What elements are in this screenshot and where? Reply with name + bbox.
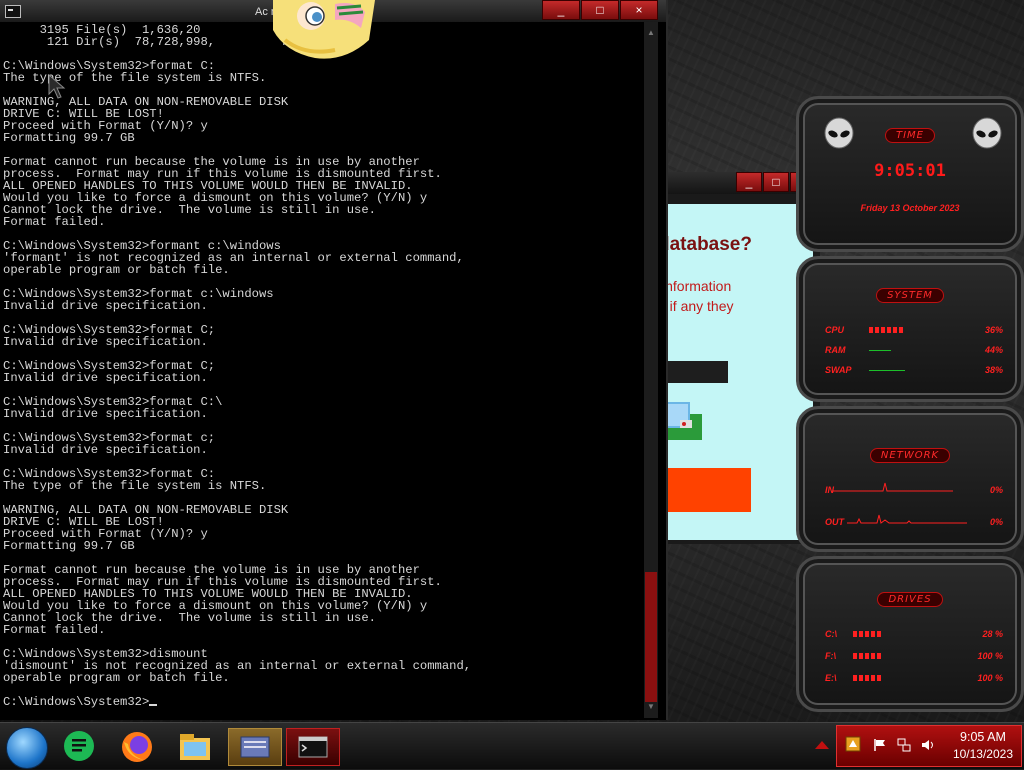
drive-e-percent: 100 % [977, 673, 1003, 683]
swap-label: SWAP [825, 365, 852, 375]
cmd-window-controls: _ □ × [541, 0, 658, 20]
cpu-usage-bar [869, 327, 905, 333]
control-panel-taskbar-button[interactable] [228, 728, 282, 766]
dialog-maximize-button[interactable]: □ [763, 172, 789, 192]
taskbar: 9:05 AM 10/13/2023 [0, 722, 1024, 769]
dialog-text-line-2: e if any they [658, 298, 734, 314]
start-orb-icon[interactable] [6, 727, 48, 769]
console-line: Invalid drive specification. [3, 299, 208, 313]
cmd-maximize-button[interactable]: □ [581, 0, 619, 20]
time-gadget-header: TIME [799, 125, 1021, 143]
ram-usage-bar [869, 350, 891, 351]
drive-f-usage-bar [853, 653, 881, 659]
swap-row: SWAP 38% [825, 365, 1003, 377]
system-tray: 9:05 AM 10/13/2023 [836, 725, 1022, 767]
network-gadget[interactable]: NETWORK IN 0% OUT 0% [796, 406, 1024, 552]
network-gadget-header: NETWORK [799, 445, 1021, 463]
command-prompt-window[interactable]: Ac mpt _ □ × 3195 File(s) 1,636,20 121 D… [0, 0, 668, 720]
console-line: operable program or batch file. [3, 671, 230, 685]
console-line: Formatting 99.7 GB [3, 131, 135, 145]
console-line: Invalid drive specification. [3, 371, 208, 385]
text-cursor [149, 704, 158, 706]
console-output[interactable]: 3195 File(s) 1,636,20 121 Dir(s) 78,728,… [3, 24, 643, 708]
scroll-thumb[interactable] [645, 572, 657, 702]
net-out-row: OUT 0% [825, 514, 1003, 529]
control-panel-icon [240, 736, 270, 758]
console-line: The type of the file system is NTFS. [3, 71, 267, 85]
swap-usage-bar [869, 370, 905, 371]
net-out-percent: 0% [989, 517, 1003, 527]
notes-app-icon[interactable] [60, 728, 98, 764]
ram-label: RAM [825, 345, 846, 355]
dialog-input-field[interactable] [658, 361, 728, 383]
taskbar-clock[interactable]: 9:05 AM 10/13/2023 [953, 729, 1013, 763]
dialog-text-line-1: information [662, 278, 732, 294]
console-line: Formatting 99.7 GB [3, 539, 135, 553]
dialog-body: database? information e if any they [658, 204, 813, 540]
drives-gadget-title: DRIVES [877, 592, 943, 607]
console-line: operable program or batch file. [3, 263, 230, 277]
show-hidden-icons-arrow-icon[interactable] [815, 741, 829, 749]
system-gadget[interactable]: SYSTEM CPU 36% RAM 44% SWAP 38% [796, 256, 1024, 402]
drives-gadget[interactable]: DRIVES C:\ 28 % F:\ 100 % E:\ 100 % [796, 556, 1024, 712]
system-gadget-header: SYSTEM [799, 285, 1021, 303]
drive-e-row: E:\ 100 % [825, 673, 1003, 685]
dialog-minimize-button[interactable]: _ [736, 172, 762, 192]
net-out-graph [847, 514, 967, 524]
drive-c-label: C:\ [825, 629, 837, 639]
volume-speaker-icon[interactable] [921, 738, 935, 752]
network-gadget-title: NETWORK [869, 448, 951, 463]
time-gadget[interactable]: TIME 9:05:01 Friday 13 October 2023 [796, 96, 1024, 252]
command-prompt-taskbar-button[interactable] [286, 728, 340, 766]
console-line: Invalid drive specification. [3, 443, 208, 457]
drive-e-label: E:\ [825, 673, 837, 683]
console-line: Invalid drive specification. [3, 407, 208, 421]
drive-e-usage-bar [853, 675, 881, 681]
command-prompt-icon [298, 736, 328, 758]
drive-c-usage-bar [853, 631, 881, 637]
cpu-percent: 36% [984, 325, 1003, 335]
net-in-row: IN 0% [825, 482, 1003, 497]
ram-percent: 44% [984, 345, 1003, 355]
drive-f-label: F:\ [825, 651, 836, 661]
drive-f-percent: 100 % [977, 651, 1003, 661]
cpu-row: CPU 36% [825, 325, 1003, 337]
console-line: Format failed. [3, 623, 106, 637]
taskbar-date: 10/13/2023 [952, 747, 1013, 761]
cmd-close-button[interactable]: × [620, 0, 658, 20]
net-in-percent: 0% [989, 485, 1003, 495]
drive-c-row: C:\ 28 % [825, 629, 1003, 641]
dialog-heading: database? [658, 234, 752, 255]
dialog-action-button[interactable] [658, 468, 751, 512]
drive-c-percent: 28 % [982, 629, 1003, 639]
net-in-graph [833, 482, 953, 492]
ram-row: RAM 44% [825, 345, 1003, 357]
console-prompt[interactable]: C:\Windows\System32> [3, 695, 149, 709]
gadget-date: Friday 13 October 2023 [860, 203, 960, 213]
console-line: The type of the file system is NTFS. [3, 479, 267, 493]
cmd-scrollbar[interactable]: ▲ ▼ [644, 22, 658, 718]
gadget-clock: 9:05:01 [874, 161, 946, 181]
taskbar-time: 9:05 AM [960, 730, 1006, 744]
anime-mascot-overlay-icon [273, 0, 375, 59]
file-explorer-icon[interactable] [176, 728, 214, 764]
net-out-label: OUT [825, 517, 844, 527]
scroll-up-arrow-icon[interactable]: ▲ [644, 26, 658, 40]
firefox-icon[interactable] [118, 728, 156, 764]
time-gadget-title: TIME [884, 128, 935, 143]
cmd-minimize-button[interactable]: _ [542, 0, 580, 20]
network-icon[interactable] [897, 738, 911, 752]
scroll-down-arrow-icon[interactable]: ▼ [644, 700, 658, 714]
swap-percent: 38% [984, 365, 1003, 375]
action-center-flag-icon[interactable] [873, 738, 887, 752]
mouse-pointer-icon [48, 74, 66, 99]
drive-f-row: F:\ 100 % [825, 651, 1003, 663]
system-gadget-title: SYSTEM [876, 288, 944, 303]
console-line: Invalid drive specification. [3, 335, 208, 349]
console-line: Format failed. [3, 215, 106, 229]
security-shield-icon[interactable] [845, 736, 861, 752]
drives-gadget-header: DRIVES [799, 589, 1021, 607]
cpu-label: CPU [825, 325, 845, 335]
cmd-system-menu-icon[interactable] [5, 5, 21, 18]
